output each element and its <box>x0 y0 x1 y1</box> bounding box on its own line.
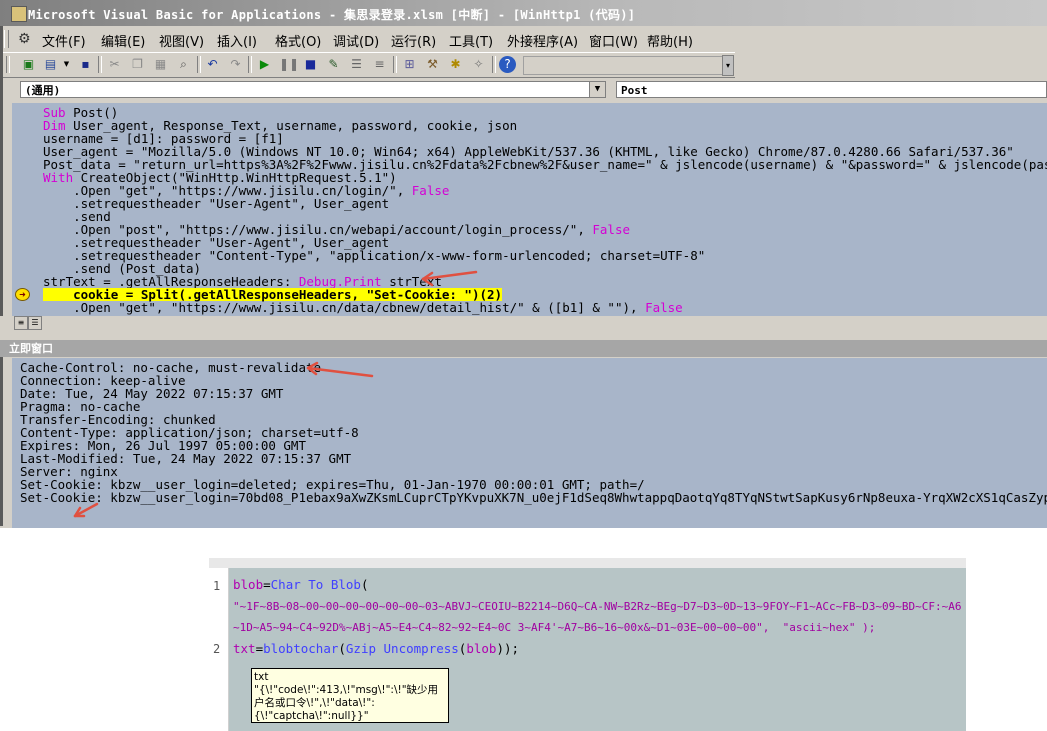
tooltip-body: "{\!"code\!":413,\!"msg\!":\!"缺少用户名或口令\!… <box>254 684 439 722</box>
variable-tooltip: txt "{\!"code\!":413,\!"msg\!":\!"缺少用户名或… <box>251 668 449 723</box>
snippet-line-1-cont[interactable]: "~1F~8B~08~00~00~00~00~00~00~03~ABVJ~CEO… <box>233 600 961 613</box>
token-func: blobtochar <box>263 641 339 656</box>
line-number-gutter: 1 2 <box>209 568 229 731</box>
token-func: Char To Blob <box>270 577 361 592</box>
line-number: 1 <box>213 579 221 593</box>
token-var: blob <box>233 577 264 592</box>
tooltip-title: txt <box>254 671 269 683</box>
snippet-line-2[interactable]: txt=blobtochar(Gzip Uncompress(blob)); <box>233 641 519 656</box>
arrow-annotation <box>306 366 374 378</box>
token-paren: )); <box>496 641 520 656</box>
token-var: txt <box>233 641 256 656</box>
token-op: = <box>255 641 264 656</box>
token-func: Gzip Uncompress <box>345 641 459 656</box>
snippet-line-1-cont[interactable]: ~1D~A5~94~C4~92D%~ABj~A5~E4~C4~82~92~E4~… <box>233 621 875 634</box>
token-var: blob <box>466 641 497 656</box>
snippet-line-1[interactable]: blob=Char To Blob( <box>233 577 368 592</box>
token-op: = <box>263 577 271 592</box>
token-paren: ( <box>338 641 346 656</box>
line-number: 2 <box>213 642 221 656</box>
token-paren: ( <box>360 577 369 592</box>
